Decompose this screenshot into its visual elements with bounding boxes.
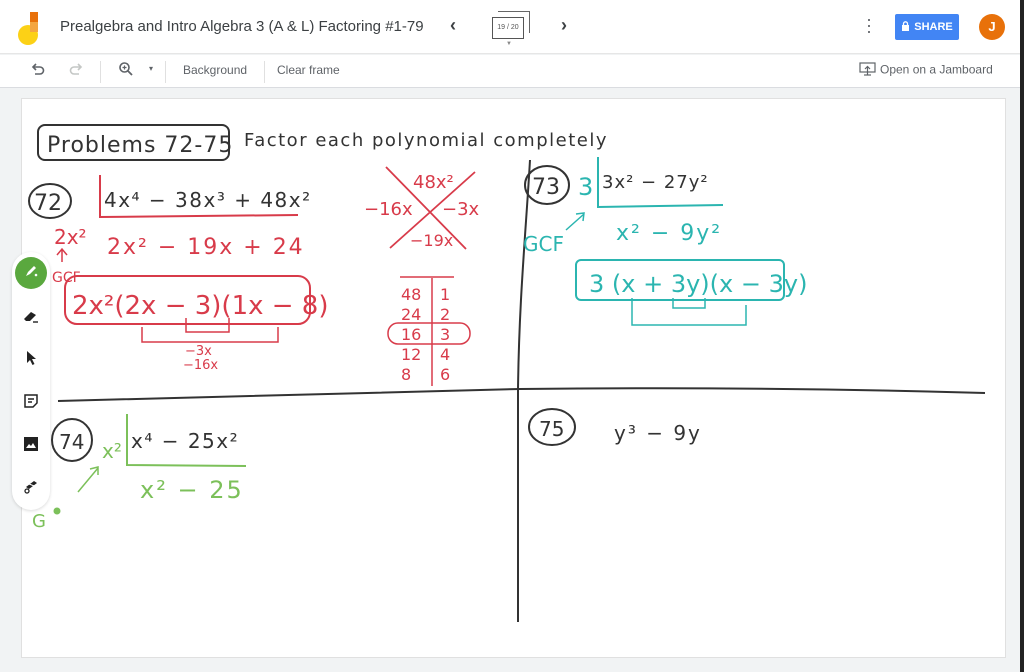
factor-left: 24 [401, 305, 421, 324]
factor-left: 12 [401, 345, 421, 364]
gcf-value: 3 [578, 173, 593, 201]
factor-right: 3 [440, 325, 450, 344]
problem-number: 72 [34, 191, 62, 216]
horizontal-divider-line [57, 387, 986, 402]
sticky-note-icon [23, 393, 39, 414]
check-middle-term-1: −3x [185, 344, 212, 359]
up-arrow-icon [56, 247, 68, 262]
gcf-value: x² [102, 439, 122, 463]
x-method-top: 48x² [413, 172, 454, 193]
factor-left: 48 [401, 285, 421, 304]
gcf-value: 2x² [54, 225, 87, 249]
factor-right: 4 [440, 345, 450, 364]
vertical-divider-line [517, 159, 531, 622]
factor-left: 16 [401, 325, 421, 344]
cursor-arrow-icon [24, 350, 38, 371]
x-method-left: −16x [364, 199, 413, 220]
x-method-right: −3x [442, 199, 480, 220]
instruction-text: Factor each polynomial completely [244, 130, 608, 151]
sticky-note-tool-button[interactable] [17, 389, 45, 417]
foil-bracket-outer [631, 298, 747, 326]
arrow-icon [77, 466, 99, 493]
problems-header-label: Problems 72-75 [47, 133, 233, 158]
factor-right: 6 [440, 365, 450, 384]
factor-right: 1 [440, 285, 450, 304]
quotient: 2x² − 19x + 24 [107, 235, 305, 260]
image-icon [23, 436, 39, 457]
tool-palette [12, 252, 50, 510]
polynomial: 4x⁴ − 38x³ + 48x² [104, 188, 312, 212]
problem-number: 75 [539, 417, 564, 441]
eraser-tool-button[interactable] [17, 304, 45, 332]
select-tool-button[interactable] [17, 346, 45, 374]
polynomial: y³ − 9y [614, 421, 702, 445]
laser-icon [22, 478, 40, 499]
polynomial: x⁴ − 25x² [131, 429, 239, 453]
factor-table: 48 124 216 312 48 6 [401, 285, 450, 384]
pen-icon [23, 263, 39, 284]
check-middle-term-2: −16x [183, 358, 218, 373]
factor-left: 8 [401, 365, 411, 384]
gcf-note: G [32, 511, 46, 532]
quotient: x² − 9y² [616, 221, 722, 246]
eraser-icon [22, 308, 40, 329]
foil-bracket-outer [141, 327, 279, 343]
quotient: x² − 25 [140, 476, 244, 504]
problem-number: 73 [532, 175, 560, 200]
gcf-note: GCF [523, 232, 564, 256]
problem-number: 74 [59, 430, 84, 454]
laser-tool-button[interactable] [17, 474, 45, 502]
factor-right: 2 [440, 305, 450, 324]
polynomial: 3x² − 27y² [602, 172, 709, 193]
answer: 3 (x + 3y)(x − 3y) [589, 270, 807, 298]
pen-tool-button[interactable] [15, 257, 47, 289]
pen-cursor-dot [53, 507, 61, 515]
image-tool-button[interactable] [17, 432, 45, 460]
ink-layer: Problems 72-75 Factor each polynomial co… [28, 124, 986, 622]
arrow-icon [565, 212, 585, 231]
answer: 2x²(2x − 3)(1x − 8) [72, 291, 329, 321]
x-method-bottom: −19x [410, 231, 453, 250]
